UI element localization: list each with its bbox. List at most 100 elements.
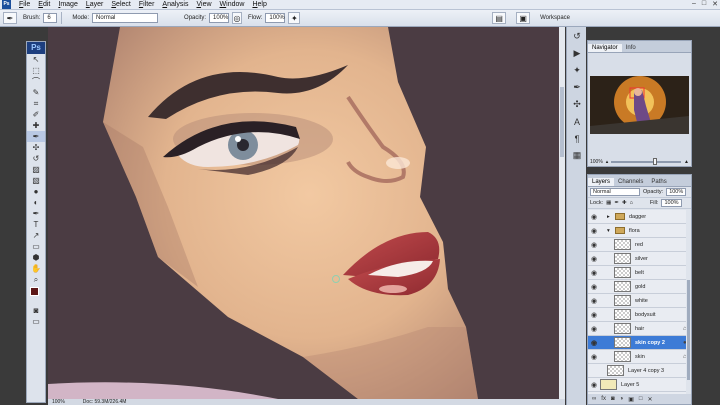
layer-row[interactable]: Layer 4 copy 3 xyxy=(588,364,691,378)
zoom-slider-knob[interactable] xyxy=(653,158,658,165)
layer-row[interactable]: ◉ skin ⌂ xyxy=(588,350,691,364)
tab-navigator[interactable]: Navigator xyxy=(588,44,622,52)
tab-layers[interactable]: Layers xyxy=(588,178,615,186)
layer-row[interactable]: ◉ skin copy 2 ● xyxy=(588,336,691,350)
screen-mode-toggle-icon[interactable]: ▭ xyxy=(27,316,45,327)
blur-tool-icon[interactable]: ● xyxy=(27,186,45,197)
character-icon[interactable]: A xyxy=(568,114,586,129)
layer-row[interactable]: ◉ red xyxy=(588,238,691,252)
crop-tool-icon[interactable]: ⌗ xyxy=(27,98,45,109)
layer-row[interactable]: ◉ silver xyxy=(588,252,691,266)
quick-select-tool-icon[interactable]: ✎ xyxy=(27,87,45,98)
visibility-eye-icon[interactable]: ◉ xyxy=(588,339,600,347)
brush-tool-icon[interactable]: ✒ xyxy=(27,131,45,142)
layer-group-row[interactable]: ◉ ▾ flora xyxy=(588,224,691,238)
history-icon[interactable]: ↺ xyxy=(568,29,586,44)
tool-presets-icon[interactable]: ✦ xyxy=(568,63,586,78)
brush-size-field[interactable]: 6 xyxy=(43,13,58,23)
layer-row[interactable]: ◉ belt xyxy=(588,266,691,280)
group-collapse-icon[interactable]: ▾ xyxy=(607,228,615,234)
mode-select[interactable]: Normal xyxy=(92,13,159,23)
fill-field[interactable]: 100% xyxy=(661,199,682,207)
menu-view[interactable]: View xyxy=(192,1,215,8)
trash-icon[interactable]: ✕ xyxy=(648,396,653,403)
type-tool-icon[interactable]: T xyxy=(27,219,45,230)
menu-edit[interactable]: Edit xyxy=(34,1,54,8)
navigator-zoom-slider[interactable] xyxy=(611,158,682,165)
close-button[interactable]: ✕ xyxy=(712,0,718,8)
layer-row[interactable]: ◉ Layer 5 xyxy=(588,378,691,392)
menu-layer[interactable]: Layer xyxy=(82,1,108,8)
visibility-eye-icon[interactable]: ◉ xyxy=(588,213,600,221)
zoom-level[interactable]: 100% xyxy=(52,399,65,405)
3d-tool-icon[interactable]: ⬢ xyxy=(27,252,45,263)
maximize-button[interactable]: □ xyxy=(702,0,706,8)
zoom-tool-icon[interactable]: ⌕ xyxy=(27,274,45,285)
pressure-opacity-icon[interactable]: ◎ xyxy=(232,12,243,24)
actions-icon[interactable]: ▶ xyxy=(568,46,586,61)
gradient-tool-icon[interactable]: ▧ xyxy=(27,175,45,186)
canvas-vertical-scrollbar[interactable] xyxy=(559,27,565,399)
menu-file[interactable]: File xyxy=(15,1,34,8)
menu-image[interactable]: Image xyxy=(54,1,81,8)
lock-position-icon[interactable]: ✚ xyxy=(622,200,627,206)
eyedropper-tool-icon[interactable]: ✐ xyxy=(27,109,45,120)
path-select-tool-icon[interactable]: ↗ xyxy=(27,230,45,241)
visibility-eye-icon[interactable]: ◉ xyxy=(588,381,600,389)
toggle-brush-panel-icon[interactable]: ▤ xyxy=(492,12,507,24)
mask-icon[interactable]: ◙ xyxy=(611,396,615,402)
zoom-out-icon[interactable]: ▴ xyxy=(606,159,609,165)
menu-analysis[interactable]: Analysis xyxy=(158,1,192,8)
group-expand-icon[interactable]: ▸ xyxy=(607,214,615,220)
quick-mask-icon[interactable]: ◙ xyxy=(27,305,45,316)
clone-source-icon[interactable]: ✣ xyxy=(568,97,586,112)
lock-pixels-icon[interactable]: ✒ xyxy=(614,200,619,206)
airbrush-icon[interactable]: ✦ xyxy=(288,12,301,24)
paragraph-icon[interactable]: ¶ xyxy=(568,131,586,146)
fx-icon[interactable]: fx xyxy=(601,396,606,402)
hand-tool-icon[interactable]: ✋ xyxy=(27,263,45,274)
layer-row[interactable]: ◉ hair ⌂ xyxy=(588,322,691,336)
lock-transparency-icon[interactable]: ▦ xyxy=(606,200,611,206)
link-icon[interactable]: ∞ xyxy=(592,396,596,402)
layers-scrollbar[interactable] xyxy=(686,210,691,394)
flow-field[interactable]: 100% xyxy=(265,13,286,23)
clone-stamp-tool-icon[interactable]: ✣ xyxy=(27,142,45,153)
layer-row[interactable]: ◉ bodysuit xyxy=(588,308,691,322)
navigator-preview[interactable] xyxy=(590,76,689,134)
folder-icon[interactable]: ▣ xyxy=(628,396,634,403)
eraser-tool-icon[interactable]: ▨ xyxy=(27,164,45,175)
pen-tool-icon[interactable]: ✒ xyxy=(27,208,45,219)
visibility-eye-icon[interactable]: ◉ xyxy=(588,325,600,333)
layers-scrollbar-thumb[interactable] xyxy=(687,280,690,380)
minimize-button[interactable]: – xyxy=(692,0,696,8)
visibility-eye-icon[interactable]: ◉ xyxy=(588,255,600,263)
swatches-icon[interactable]: ▦ xyxy=(568,148,586,163)
visibility-eye-icon[interactable]: ◉ xyxy=(588,353,600,361)
blend-mode-select[interactable]: Normal xyxy=(590,188,640,196)
scrollbar-thumb[interactable] xyxy=(560,87,564,157)
visibility-eye-icon[interactable]: ◉ xyxy=(588,269,600,277)
lasso-tool-icon[interactable]: ⌒ xyxy=(27,76,45,87)
layer-group-row[interactable]: ◉ ▸ dagger xyxy=(588,210,691,224)
workspace-menu[interactable]: Workspace xyxy=(540,15,570,21)
layer-row[interactable]: ◉ gold xyxy=(588,280,691,294)
navigator-zoom-value[interactable]: 100% xyxy=(590,159,603,165)
tab-channels[interactable]: Channels xyxy=(614,178,648,186)
document-canvas[interactable] xyxy=(48,27,565,399)
visibility-eye-icon[interactable]: ◉ xyxy=(588,297,600,305)
visibility-eye-icon[interactable]: ◉ xyxy=(588,311,600,319)
menu-select[interactable]: Select xyxy=(107,1,134,8)
visibility-eye-icon[interactable]: ◉ xyxy=(588,227,600,235)
marquee-tool-icon[interactable]: ⬚ xyxy=(27,65,45,76)
menu-help[interactable]: Help xyxy=(248,1,270,8)
visibility-eye-icon[interactable]: ◉ xyxy=(588,283,600,291)
lock-all-icon[interactable]: ⌂ xyxy=(630,200,633,206)
menu-window[interactable]: Window xyxy=(216,1,249,8)
layer-opacity-field[interactable]: 100% xyxy=(666,188,687,196)
adjustment-icon[interactable]: ◑ xyxy=(620,396,624,402)
shape-tool-icon[interactable]: ▭ xyxy=(27,241,45,252)
opacity-field[interactable]: 100% xyxy=(209,13,230,23)
brushes-icon[interactable]: ✒ xyxy=(568,80,586,95)
tab-info[interactable]: Info xyxy=(621,44,640,52)
